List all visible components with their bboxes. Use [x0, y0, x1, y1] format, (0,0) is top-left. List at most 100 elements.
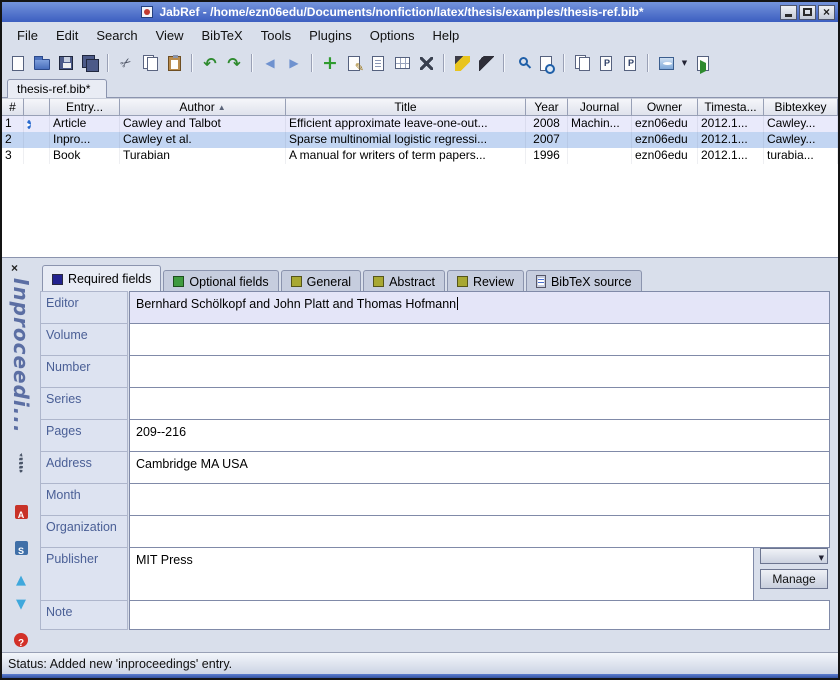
field-row-series: Series	[40, 387, 830, 420]
redo-icon[interactable]	[222, 51, 246, 75]
close-entry-editor-icon[interactable]	[7, 261, 22, 274]
tab-abstract[interactable]: Abstract	[363, 270, 445, 292]
tab-review[interactable]: Review	[447, 270, 524, 292]
column-header-author[interactable]: Author▲	[120, 98, 286, 116]
edit-strings-icon[interactable]	[366, 51, 390, 75]
series-field-input[interactable]	[129, 387, 830, 420]
tab-general[interactable]: General	[281, 270, 361, 292]
column-header-number[interactable]: #	[2, 98, 24, 116]
column-header-title[interactable]: Title	[286, 98, 526, 116]
column-header-bibtexkey[interactable]: Bibtexkey	[764, 98, 838, 116]
forward-icon[interactable]	[282, 51, 306, 75]
menu-tools[interactable]: Tools	[252, 25, 300, 46]
entry-link-icon[interactable]: ▸	[27, 120, 31, 129]
open-ps-icon[interactable]	[15, 541, 28, 555]
new-database-icon[interactable]	[6, 51, 30, 75]
column-header-journal[interactable]: Journal	[568, 98, 632, 116]
pages-field-input[interactable]: 209--216	[129, 419, 830, 452]
volume-field-input[interactable]	[129, 323, 830, 356]
field-label: Pages	[40, 419, 128, 452]
menu-file[interactable]: File	[8, 25, 47, 46]
new-subdatabase-icon[interactable]	[414, 51, 438, 75]
address-field-input[interactable]: Cambridge MA USA	[129, 451, 830, 484]
minimize-icon	[785, 14, 792, 17]
menu-plugins[interactable]: Plugins	[300, 25, 361, 46]
cell-entrytype: Article	[50, 116, 120, 132]
cell-number: 2	[2, 132, 24, 148]
help-icon[interactable]	[14, 633, 28, 647]
manage-button[interactable]: Manage	[760, 569, 828, 589]
table-row-selected[interactable]: 2 Inpro... Cawley et al. Sparse multinom…	[2, 132, 838, 148]
copy-key-icon[interactable]	[570, 51, 594, 75]
save-all-icon[interactable]	[78, 51, 102, 75]
cell-year: 1996	[526, 148, 568, 164]
menu-view[interactable]: View	[147, 25, 193, 46]
menu-help[interactable]: Help	[424, 25, 469, 46]
column-header-entrytype[interactable]: Entry...	[50, 98, 120, 116]
publisher-field-input[interactable]: MIT Press	[129, 547, 754, 601]
menubar: File Edit Search View BibTeX Tools Plugi…	[2, 22, 838, 48]
undo-icon[interactable]	[198, 51, 222, 75]
titlebar: JabRef - /home/ezn06edu/Documents/nonfic…	[2, 2, 838, 22]
open-file-icon[interactable]	[691, 51, 715, 75]
table-row[interactable]: 3 Book Turabian A manual for writers of …	[2, 148, 838, 164]
cell-entrytype: Book	[50, 148, 120, 164]
table-row[interactable]: 1 ▸ Article Cawley and Talbot Efficient …	[2, 116, 838, 132]
minimize-button[interactable]	[780, 5, 797, 20]
column-header-year[interactable]: Year	[526, 98, 568, 116]
save-database-icon[interactable]	[54, 51, 78, 75]
cut-icon[interactable]	[114, 51, 138, 75]
column-header-timestamp[interactable]: Timesta...	[698, 98, 764, 116]
prev-entry-icon[interactable]	[16, 571, 26, 589]
number-field-input[interactable]	[129, 355, 830, 388]
column-header-owner[interactable]: Owner	[632, 98, 698, 116]
tab-bibtex-source[interactable]: BibTeX source	[526, 270, 642, 292]
publisher-preset-dropdown[interactable]	[760, 548, 828, 564]
field-label: Volume	[40, 323, 128, 356]
maximize-button[interactable]	[799, 5, 816, 20]
window-title: JabRef - /home/ezn06edu/Documents/nonfic…	[159, 5, 643, 19]
cell-journal	[568, 132, 632, 148]
new-entry-icon[interactable]	[318, 51, 342, 75]
search-icon[interactable]	[510, 51, 534, 75]
column-header-icon[interactable]	[24, 98, 50, 116]
close-button[interactable]	[818, 5, 835, 20]
push-to-openoffice-icon[interactable]	[654, 51, 678, 75]
push-to-winedt-icon[interactable]	[618, 51, 642, 75]
cell-owner: ezn06edu	[632, 148, 698, 164]
menu-edit[interactable]: Edit	[47, 25, 87, 46]
field-row-number: Number	[40, 355, 830, 388]
menu-search[interactable]: Search	[87, 25, 146, 46]
next-entry-icon[interactable]	[16, 595, 26, 613]
push-to-lyx-icon[interactable]	[594, 51, 618, 75]
general-icon	[291, 276, 302, 287]
menu-options[interactable]: Options	[361, 25, 424, 46]
cell-journal	[568, 148, 632, 164]
field-label: Month	[40, 483, 128, 516]
file-tab[interactable]: thesis-ref.bib*	[7, 79, 107, 98]
incremental-search-icon[interactable]	[534, 51, 558, 75]
bibtex-source-icon	[536, 275, 546, 288]
edit-preamble-icon[interactable]	[390, 51, 414, 75]
note-field-input[interactable]	[129, 600, 830, 630]
edit-entry-icon[interactable]	[342, 51, 366, 75]
menu-bibtex[interactable]: BibTeX	[193, 25, 252, 46]
entry-type-label: Inproceedi...	[9, 278, 33, 434]
push-dropdown-icon[interactable]	[678, 51, 691, 75]
month-field-input[interactable]	[129, 483, 830, 516]
unmark-entries-icon[interactable]	[474, 51, 498, 75]
open-database-icon[interactable]	[30, 51, 54, 75]
paste-icon[interactable]	[162, 51, 186, 75]
tab-optional-fields[interactable]: Optional fields	[163, 270, 278, 292]
back-icon[interactable]	[258, 51, 282, 75]
organization-field-input[interactable]	[129, 515, 830, 548]
tab-required-fields[interactable]: Required fields	[42, 265, 161, 292]
mark-entries-icon[interactable]	[450, 51, 474, 75]
cell-author: Turabian	[120, 148, 286, 164]
open-pdf-icon[interactable]	[15, 505, 28, 519]
field-label: Organization	[40, 515, 128, 548]
field-row-volume: Volume	[40, 323, 830, 356]
write-xmp-icon[interactable]	[19, 455, 23, 473]
editor-field-input[interactable]: Bernhard Schölkopf and John Platt and Th…	[129, 291, 830, 324]
copy-icon[interactable]	[138, 51, 162, 75]
